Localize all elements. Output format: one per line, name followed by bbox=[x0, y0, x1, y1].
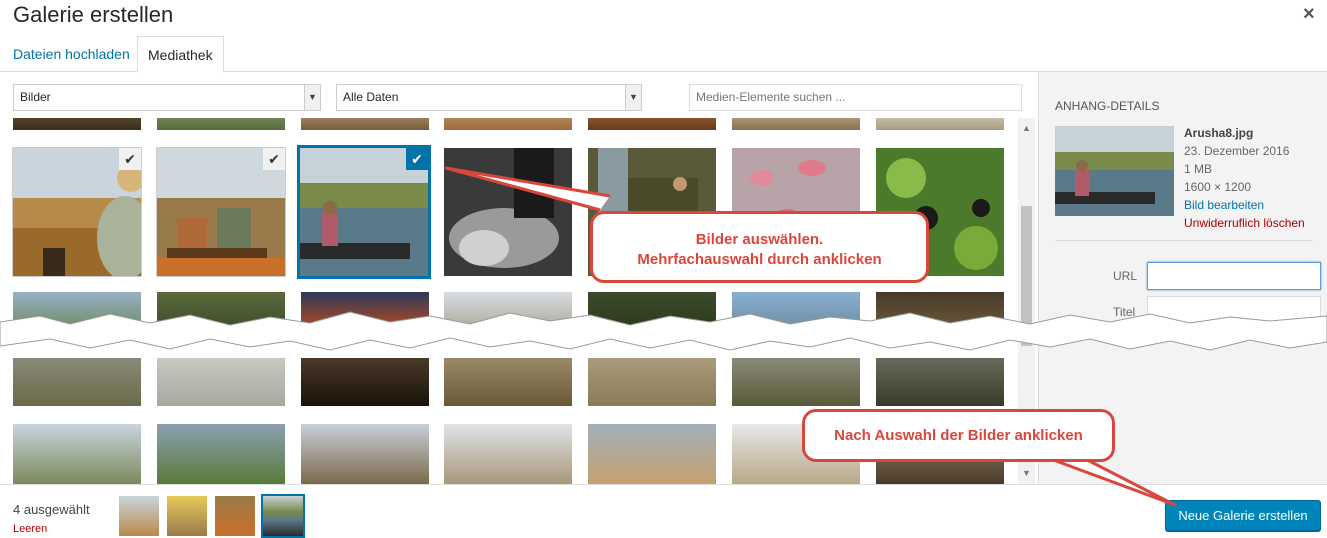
media-thumbnail[interactable] bbox=[588, 424, 716, 484]
media-type-filter[interactable]: Bilder ▼ bbox=[13, 84, 321, 111]
scroll-down-icon[interactable]: ▼ bbox=[1018, 465, 1035, 482]
attachment-filesize: 1 MB bbox=[1184, 162, 1213, 176]
media-thumbnail[interactable] bbox=[876, 358, 1004, 406]
attachment-meta: Arusha8.jpg 23. Dezember 2016 1 MB 1600 … bbox=[1184, 124, 1305, 232]
selection-count: 4 ausgewählt bbox=[13, 502, 90, 517]
date-filter[interactable]: Alle Daten ▼ bbox=[336, 84, 642, 111]
url-label: URL bbox=[1113, 269, 1138, 283]
media-thumbnail[interactable] bbox=[444, 148, 572, 276]
selected-thumbnail-current[interactable] bbox=[263, 496, 303, 536]
media-thumbnail[interactable] bbox=[301, 118, 429, 130]
edit-image-link[interactable]: Bild bearbeiten bbox=[1184, 196, 1305, 214]
callout-select-line1: Bilder auswählen. bbox=[695, 231, 824, 248]
close-icon[interactable]: × bbox=[1303, 3, 1315, 26]
media-thumbnail[interactable] bbox=[157, 358, 285, 406]
media-thumbnail[interactable] bbox=[444, 424, 572, 484]
media-thumbnail[interactable] bbox=[13, 118, 141, 130]
tab-bar: Dateien hochladen Mediathek bbox=[0, 36, 1327, 73]
canoe-preview-image bbox=[1055, 126, 1174, 216]
create-gallery-callout: Nach Auswahl der Bilder anklicken bbox=[802, 409, 1115, 462]
selected-thumbnail[interactable] bbox=[215, 496, 255, 536]
media-thumbnail[interactable] bbox=[444, 358, 572, 406]
callout-select-line2: Mehrfachauswahl durch anklicken bbox=[637, 251, 882, 268]
media-thumbnail[interactable] bbox=[157, 424, 285, 484]
tab-upload-files[interactable]: Dateien hochladen bbox=[3, 36, 140, 72]
media-thumbnail[interactable] bbox=[13, 358, 141, 406]
selected-thumbnail[interactable] bbox=[119, 496, 159, 536]
attachment-date: 23. Dezember 2016 bbox=[1184, 144, 1290, 158]
checkmark-icon[interactable]: ✔ bbox=[119, 148, 141, 170]
media-thumbnail-current[interactable]: ✔ bbox=[300, 148, 428, 276]
media-toolbar: 4 ausgewählt Leeren bbox=[0, 484, 1327, 538]
attachment-preview bbox=[1055, 126, 1174, 216]
media-thumbnail[interactable] bbox=[588, 118, 716, 130]
chevron-down-icon: ▼ bbox=[304, 85, 320, 110]
date-filter-value: Alle Daten bbox=[343, 90, 399, 104]
media-thumbnail[interactable] bbox=[157, 118, 285, 130]
gallery-modal: Galerie erstellen × Dateien hochladen Me… bbox=[0, 0, 1327, 538]
media-thumbnail[interactable] bbox=[876, 118, 1004, 130]
torn-edge-separator bbox=[0, 311, 1327, 351]
dialog-title: Galerie erstellen bbox=[13, 2, 174, 27]
chevron-down-icon: ▼ bbox=[625, 85, 641, 110]
tab-media-library[interactable]: Mediathek bbox=[137, 36, 224, 73]
water-splash-photo bbox=[444, 148, 572, 276]
delete-permanently-link[interactable]: Unwiderruflich löschen bbox=[1184, 214, 1305, 232]
clear-selection-link[interactable]: Leeren bbox=[13, 523, 47, 535]
media-thumbnail-selected[interactable]: ✔ bbox=[157, 148, 285, 276]
url-field[interactable] bbox=[1147, 262, 1321, 290]
attachment-filename: Arusha8.jpg bbox=[1184, 126, 1254, 140]
media-thumbnail[interactable] bbox=[732, 358, 860, 406]
divider bbox=[1055, 240, 1313, 241]
media-type-value: Bilder bbox=[20, 90, 51, 104]
media-thumbnail[interactable] bbox=[732, 118, 860, 130]
scroll-up-icon[interactable]: ▲ bbox=[1018, 120, 1035, 137]
select-images-callout: Bilder auswählen. Mehrfachauswahl durch … bbox=[590, 211, 929, 283]
media-thumbnail[interactable] bbox=[588, 358, 716, 406]
media-thumbnail[interactable] bbox=[301, 424, 429, 484]
media-thumbnail-selected[interactable]: ✔ bbox=[13, 148, 141, 276]
search-input[interactable]: Medien-Elemente suchen ... bbox=[689, 84, 1022, 111]
media-thumbnail[interactable] bbox=[13, 424, 141, 484]
create-gallery-button[interactable]: Neue Galerie erstellen bbox=[1165, 500, 1321, 531]
attachment-dimensions: 1600 × 1200 bbox=[1184, 180, 1252, 194]
selected-thumbnail[interactable] bbox=[167, 496, 207, 536]
media-thumbnail[interactable] bbox=[444, 118, 572, 130]
checkmark-icon[interactable]: ✔ bbox=[406, 148, 428, 170]
attachment-details-heading: Anhang-Details bbox=[1055, 99, 1160, 113]
media-thumbnail[interactable] bbox=[301, 358, 429, 406]
checkmark-icon[interactable]: ✔ bbox=[263, 148, 285, 170]
